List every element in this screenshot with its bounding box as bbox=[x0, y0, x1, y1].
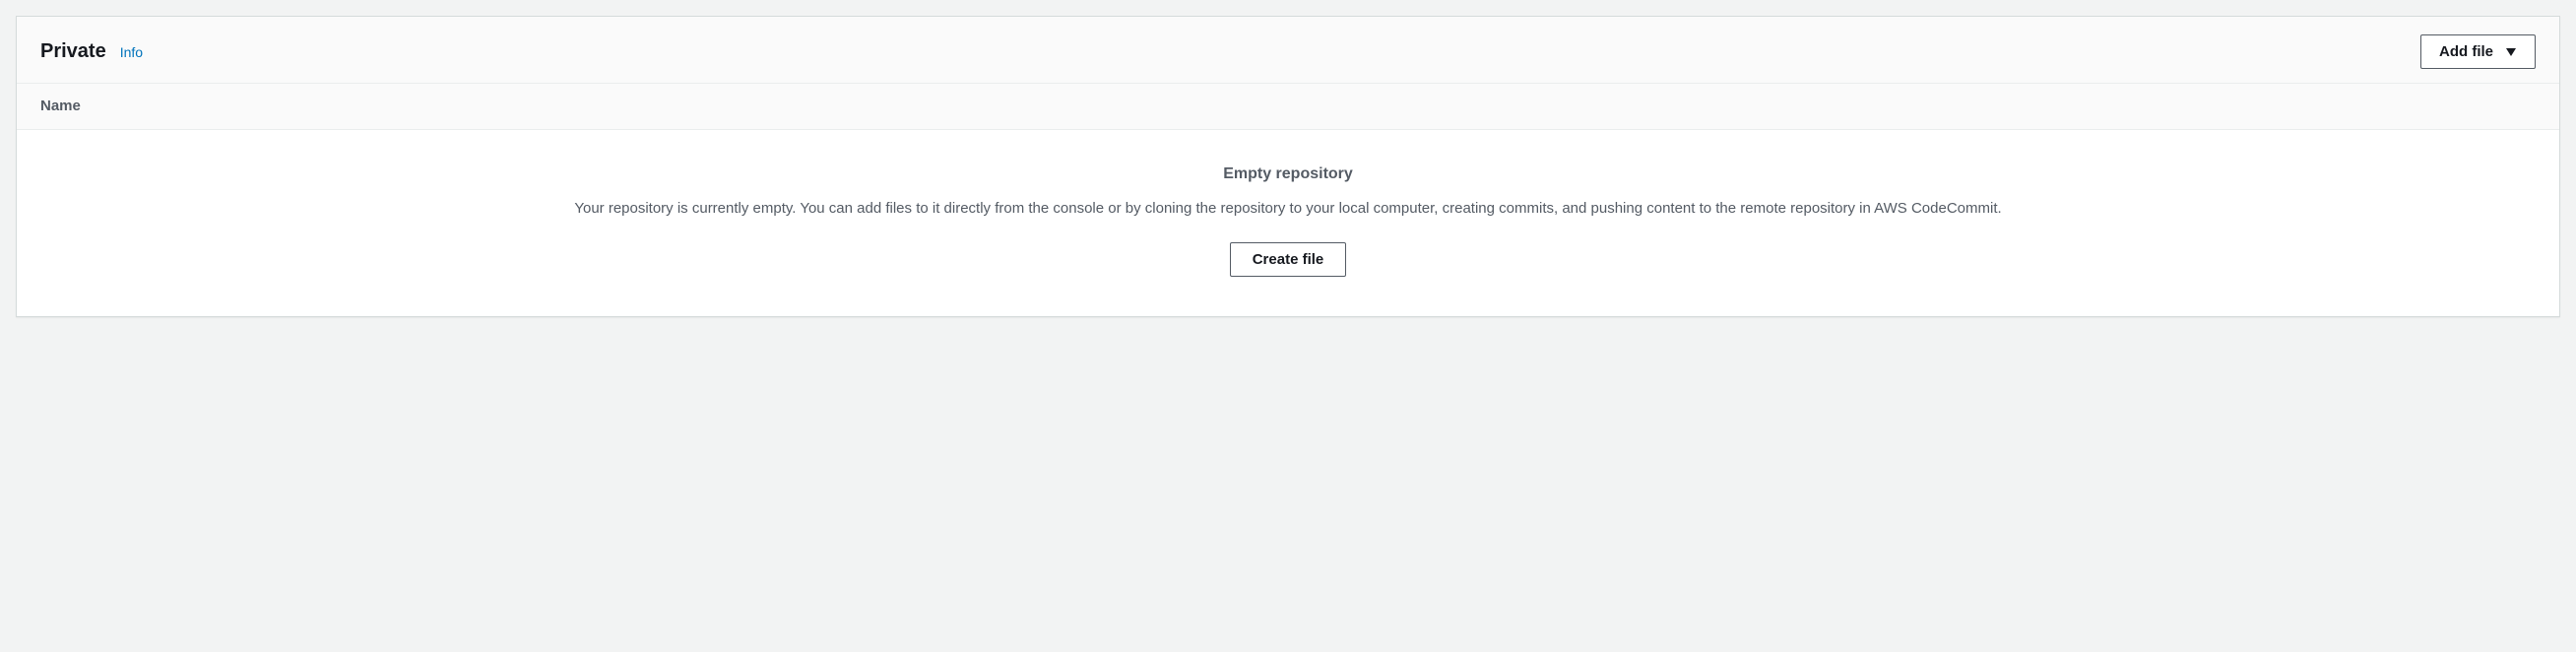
info-link[interactable]: Info bbox=[120, 44, 143, 60]
section-title: Private bbox=[40, 40, 106, 63]
caret-down-icon bbox=[2505, 47, 2517, 57]
title-group: Private Info bbox=[40, 40, 143, 63]
panel-header: Private Info Add file bbox=[17, 17, 2559, 84]
empty-state-title: Empty repository bbox=[40, 165, 2536, 183]
empty-state-description: Your repository is currently empty. You … bbox=[40, 197, 2536, 221]
repository-panel: Private Info Add file Name Empty reposit… bbox=[16, 16, 2560, 317]
create-file-button[interactable]: Create file bbox=[1230, 242, 1347, 277]
add-file-button[interactable]: Add file bbox=[2420, 34, 2536, 69]
empty-state: Empty repository Your repository is curr… bbox=[17, 130, 2559, 316]
table-column-header: Name bbox=[17, 84, 2559, 130]
column-name-label: Name bbox=[40, 98, 81, 114]
add-file-label: Add file bbox=[2439, 43, 2493, 60]
